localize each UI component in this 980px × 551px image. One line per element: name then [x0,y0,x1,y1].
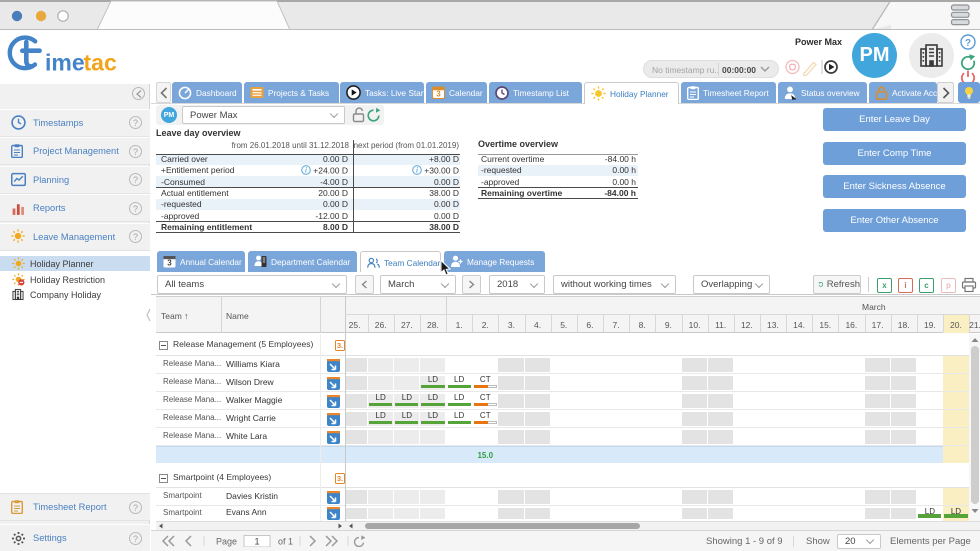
svg-text:3: 3 [167,259,172,268]
svg-text:1: 1 [254,537,259,547]
svg-text:of 1: of 1 [278,537,293,547]
svg-text:Page: Page [216,537,237,547]
svg-text:3: 3 [436,90,441,99]
svg-text:?: ? [965,38,971,49]
svg-text:ime: ime [45,50,85,76]
svg-text:tac: tac [84,50,117,76]
